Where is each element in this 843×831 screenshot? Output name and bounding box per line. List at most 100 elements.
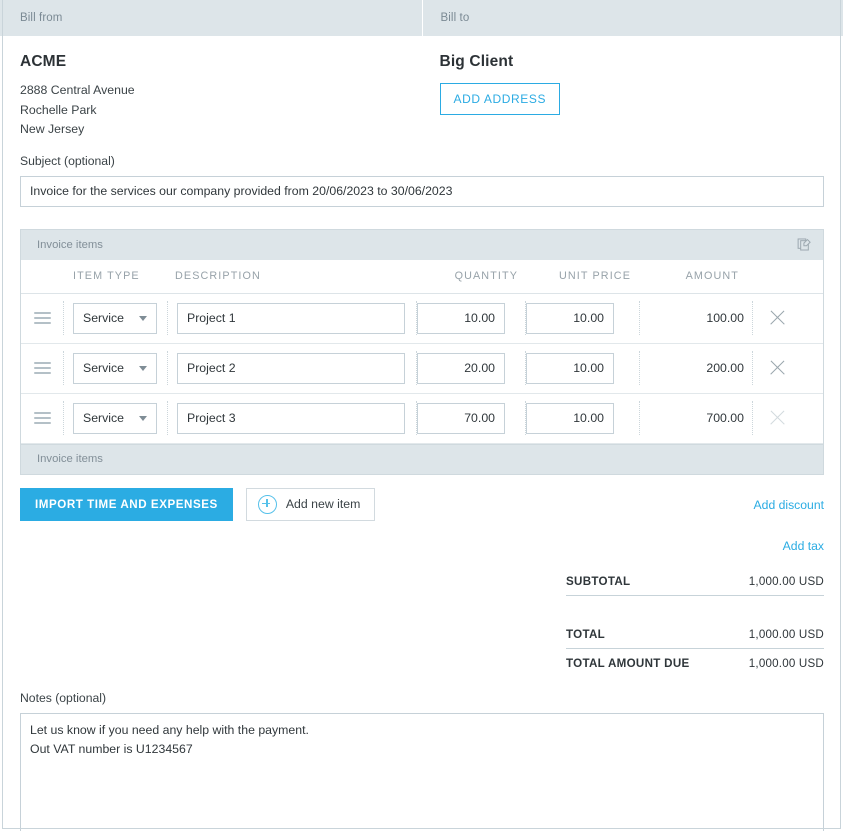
bill-to-header: Bill to xyxy=(421,0,843,36)
item-type-cell: Service xyxy=(64,352,167,384)
invoice-items-footer-bar: Invoice items xyxy=(21,443,823,474)
item-type-cell: Service xyxy=(64,302,167,334)
unit-price-cell xyxy=(526,352,639,384)
unit-price-input[interactable] xyxy=(526,352,614,384)
subject-label: Subject (optional) xyxy=(20,153,115,168)
item-actions-row: IMPORT TIME AND EXPENSES Add new item Ad… xyxy=(20,487,824,521)
bill-to-name: Big Client xyxy=(439,53,514,70)
copy-items-icon[interactable] xyxy=(793,234,815,256)
notes-label: Notes (optional) xyxy=(20,690,107,705)
totals-block: SUBTOTAL 1,000.00 USD TOTAL 1,000.00 USD… xyxy=(566,573,824,677)
table-row: Service 700.00 xyxy=(21,393,823,444)
bill-header-bar: Bill from Bill to xyxy=(0,0,843,37)
column-header-quantity: QUANTITY xyxy=(454,270,518,282)
close-icon[interactable] xyxy=(769,309,787,327)
unit-price-input[interactable] xyxy=(526,402,614,434)
add-discount-link[interactable]: Add discount xyxy=(754,498,824,512)
add-address-button[interactable]: ADD ADDRESS xyxy=(439,83,561,115)
total-amount-due-row: TOTAL AMOUNT DUE 1,000.00 USD xyxy=(566,649,824,677)
quantity-input[interactable] xyxy=(417,352,505,384)
bill-from-address-line-2: Rochelle Park xyxy=(20,102,97,117)
bill-to-block: Big Client ADD ADDRESS xyxy=(422,53,843,140)
description-input[interactable] xyxy=(177,352,405,384)
description-input[interactable] xyxy=(177,402,405,434)
plus-circle-icon xyxy=(257,494,277,514)
description-cell xyxy=(168,352,416,384)
add-new-item-label: Add new item xyxy=(285,497,361,511)
close-icon[interactable] xyxy=(769,359,787,377)
bill-to-label: Bill to xyxy=(440,12,470,24)
notes-textarea[interactable] xyxy=(20,712,824,831)
amount-cell: 700.00 xyxy=(640,409,752,427)
bill-from-header: Bill from xyxy=(0,0,422,36)
item-type-value: Service xyxy=(83,361,125,375)
subject-input[interactable] xyxy=(20,175,824,207)
total-row: TOTAL 1,000.00 USD xyxy=(566,626,824,648)
bill-from-address-line-3: New Jersey xyxy=(20,122,85,136)
row-handle-cell xyxy=(21,312,63,324)
unit-price-input[interactable] xyxy=(526,302,614,334)
table-row: Service 200.00 xyxy=(21,343,823,394)
column-header-item-type: ITEM TYPE xyxy=(73,270,140,282)
quantity-input[interactable] xyxy=(417,302,505,334)
total-label: TOTAL xyxy=(566,627,606,641)
bill-from-address-line-1: 2888 Central Avenue xyxy=(20,83,135,97)
item-type-select[interactable]: Service xyxy=(73,352,157,384)
bill-from-block[interactable]: ACME 2888 Central Avenue Rochelle Park N… xyxy=(0,53,422,140)
unit-price-cell xyxy=(526,402,639,434)
total-amount-due-label: TOTAL AMOUNT DUE xyxy=(566,656,690,670)
quantity-cell xyxy=(417,302,525,334)
quantity-cell xyxy=(417,402,525,434)
description-cell xyxy=(168,302,416,334)
amount-cell: 100.00 xyxy=(640,309,752,327)
amount-value: 100.00 xyxy=(706,311,744,325)
item-type-value: Service xyxy=(83,311,125,325)
amount-cell: 200.00 xyxy=(640,359,752,377)
total-amount-due-value: 1,000.00 USD xyxy=(748,656,824,670)
item-type-select[interactable]: Service xyxy=(73,302,157,334)
table-row: Service 100.00 xyxy=(21,293,823,344)
row-handle-cell xyxy=(21,362,63,374)
description-input[interactable] xyxy=(177,302,405,334)
chevron-down-icon xyxy=(139,416,147,421)
item-type-cell: Service xyxy=(64,402,167,434)
column-header-amount: AMOUNT xyxy=(685,270,739,282)
chevron-down-icon xyxy=(139,316,147,321)
subtotal-row: SUBTOTAL 1,000.00 USD xyxy=(566,573,824,595)
close-icon xyxy=(769,409,787,427)
invoice-editor-page: Bill from Bill to ACME 2888 Central Aven… xyxy=(0,0,843,831)
delete-cell xyxy=(753,409,802,427)
bill-from-name: ACME xyxy=(20,53,67,70)
subject-block: Subject (optional) xyxy=(0,146,843,207)
quantity-cell xyxy=(417,352,525,384)
bill-parties: ACME 2888 Central Avenue Rochelle Park N… xyxy=(0,37,843,146)
row-handle-cell xyxy=(21,412,63,424)
description-cell xyxy=(168,402,416,434)
drag-handle-icon[interactable] xyxy=(33,362,51,374)
column-header-unit-price: UNIT PRICE xyxy=(559,270,631,282)
invoice-items-footer-label: Invoice items xyxy=(37,453,103,465)
add-discount-wrapper: Add discount xyxy=(754,496,824,514)
add-tax-link[interactable]: Add tax xyxy=(783,539,824,553)
delete-cell xyxy=(753,309,802,327)
quantity-input[interactable] xyxy=(417,402,505,434)
notes-block: Notes (optional) xyxy=(0,677,843,831)
item-type-select[interactable]: Service xyxy=(73,402,157,434)
drag-handle-icon[interactable] xyxy=(33,312,51,324)
bill-from-label: Bill from xyxy=(20,12,63,24)
amount-value: 200.00 xyxy=(706,361,744,375)
total-value: 1,000.00 USD xyxy=(748,627,824,641)
import-time-and-expenses-button[interactable]: IMPORT TIME AND EXPENSES xyxy=(20,487,233,521)
unit-price-cell xyxy=(526,302,639,334)
totals-spacer xyxy=(566,596,824,626)
chevron-down-icon xyxy=(139,366,147,371)
amount-value: 700.00 xyxy=(706,411,744,425)
drag-handle-icon[interactable] xyxy=(33,412,51,424)
invoice-items-bar-label: Invoice items xyxy=(37,238,103,251)
invoice-items-column-headers: ITEM TYPE DESCRIPTION QUANTITY UNIT PRIC… xyxy=(21,259,823,294)
invoice-items-bar: Invoice items xyxy=(21,229,823,260)
add-new-item-button[interactable]: Add new item xyxy=(245,487,376,521)
subtotal-value: 1,000.00 USD xyxy=(748,574,824,588)
invoice-items-panel: Invoice items ITEM TYPE DESCRIPTION QUAN… xyxy=(20,228,824,475)
add-tax-wrapper: Add tax xyxy=(0,537,824,555)
